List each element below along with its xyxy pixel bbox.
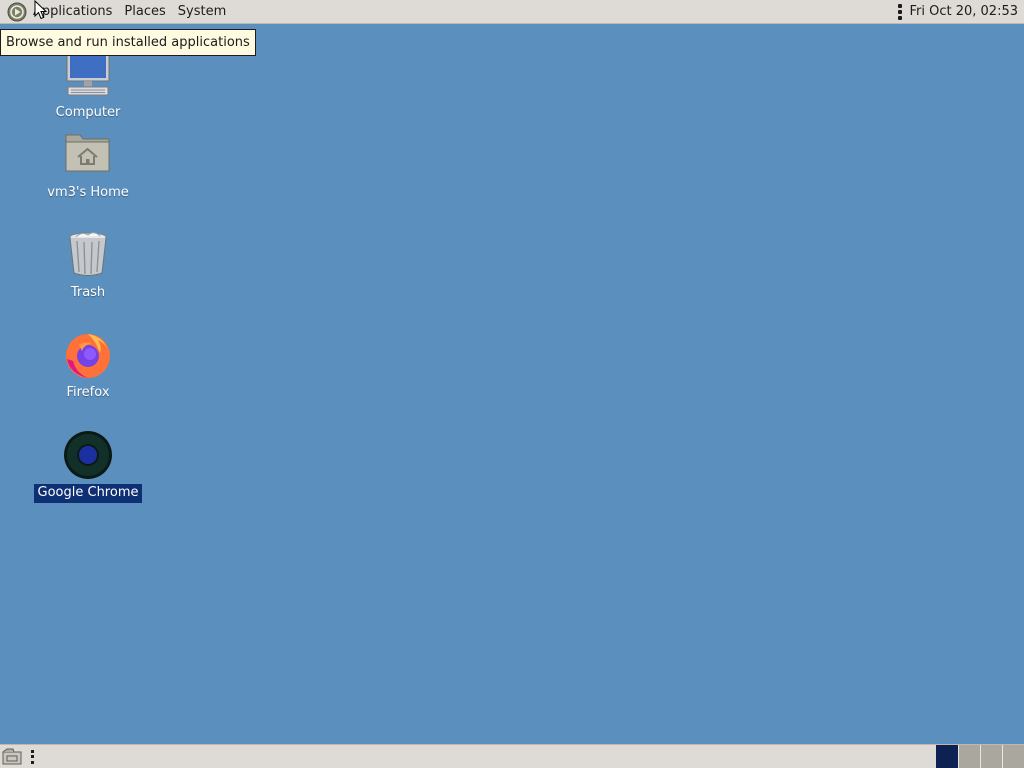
system-menu[interactable]: System xyxy=(172,0,232,24)
show-desktop-icon[interactable] xyxy=(1,746,23,768)
desktop-icon-trash[interactable]: Trash xyxy=(30,229,146,303)
top-panel: Applications Places System Fri Oct 20, 0… xyxy=(0,0,1024,24)
home-folder-icon xyxy=(62,129,114,181)
panel-handle-icon[interactable] xyxy=(897,3,903,20)
desktop-icon-label: Trash xyxy=(70,285,106,300)
desktop-icon-label: Firefox xyxy=(66,385,110,400)
chrome-icon xyxy=(62,429,114,481)
applications-tooltip: Browse and run installed applications xyxy=(0,29,256,56)
panel-handle-icon[interactable] xyxy=(29,749,35,764)
mouse-cursor-icon xyxy=(34,0,48,20)
workspace-4[interactable] xyxy=(1002,745,1024,768)
workspace-3[interactable] xyxy=(980,745,1002,768)
workspace-2[interactable] xyxy=(958,745,980,768)
desktop-icon-label: vm3's Home xyxy=(47,185,129,200)
desktop-icon-label: Google Chrome xyxy=(33,484,143,503)
workspace-switcher xyxy=(936,745,1024,768)
computer-icon xyxy=(62,49,114,101)
places-menu[interactable]: Places xyxy=(118,0,171,24)
firefox-icon xyxy=(62,329,114,381)
clock[interactable]: Fri Oct 20, 02:53 xyxy=(909,4,1024,19)
applications-menu-icon[interactable] xyxy=(5,0,29,24)
bottom-panel xyxy=(0,744,1024,768)
trash-icon xyxy=(62,229,114,281)
desktop-icon-google-chrome[interactable]: Google Chrome xyxy=(30,429,146,503)
desktop-icon-label: Computer xyxy=(55,105,121,120)
desktop-icon-firefox[interactable]: Firefox xyxy=(30,329,146,403)
desktop-icon-home[interactable]: vm3's Home xyxy=(30,129,146,203)
desktop-icon-computer[interactable]: Computer xyxy=(30,49,146,123)
workspace-1[interactable] xyxy=(936,745,958,768)
